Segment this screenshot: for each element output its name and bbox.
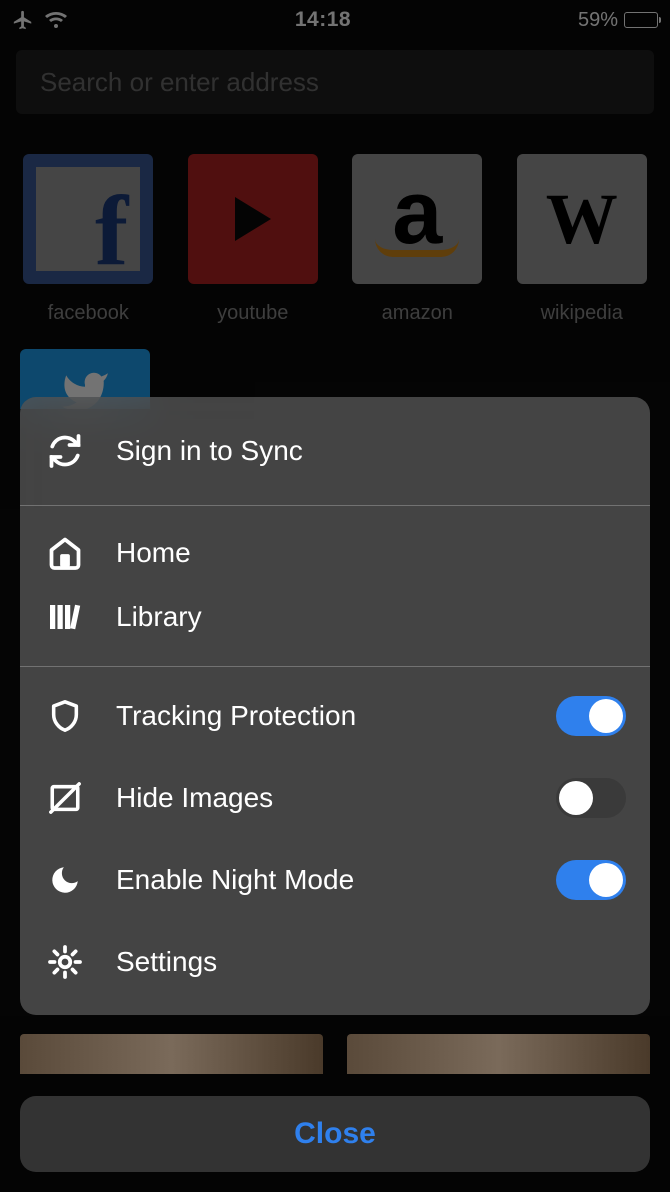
hide-images-icon bbox=[44, 781, 86, 815]
hide-images-toggle[interactable] bbox=[556, 778, 626, 818]
menu-item-label: Sign in to Sync bbox=[116, 435, 626, 467]
menu-item-label: Enable Night Mode bbox=[116, 864, 556, 896]
menu-item-tracking-protection[interactable]: Tracking Protection bbox=[20, 675, 650, 757]
close-button[interactable]: Close bbox=[20, 1096, 650, 1172]
menu-item-label: Settings bbox=[116, 946, 626, 978]
menu-item-library[interactable]: Library bbox=[20, 586, 650, 666]
home-icon bbox=[44, 535, 86, 571]
menu-item-label: Library bbox=[116, 601, 626, 633]
moon-icon bbox=[44, 863, 86, 897]
menu-item-sync[interactable]: Sign in to Sync bbox=[20, 397, 650, 505]
library-icon bbox=[44, 599, 86, 635]
gear-icon bbox=[44, 944, 86, 980]
night-mode-toggle[interactable] bbox=[556, 860, 626, 900]
menu-item-night-mode[interactable]: Enable Night Mode bbox=[20, 839, 650, 921]
shield-icon bbox=[44, 699, 86, 733]
close-button-label: Close bbox=[294, 1117, 376, 1151]
menu-item-label: Home bbox=[116, 537, 626, 569]
menu-item-settings[interactable]: Settings bbox=[20, 921, 650, 1003]
tracking-toggle[interactable] bbox=[556, 696, 626, 736]
content-below-menu bbox=[20, 1034, 650, 1074]
sync-icon bbox=[44, 433, 86, 469]
menu-item-label: Hide Images bbox=[116, 782, 556, 814]
menu-item-label: Tracking Protection bbox=[116, 700, 556, 732]
menu-item-home[interactable]: Home bbox=[20, 506, 650, 586]
action-menu: Sign in to Sync Home Library Tracking Pr… bbox=[20, 397, 650, 1015]
menu-item-hide-images[interactable]: Hide Images bbox=[20, 757, 650, 839]
